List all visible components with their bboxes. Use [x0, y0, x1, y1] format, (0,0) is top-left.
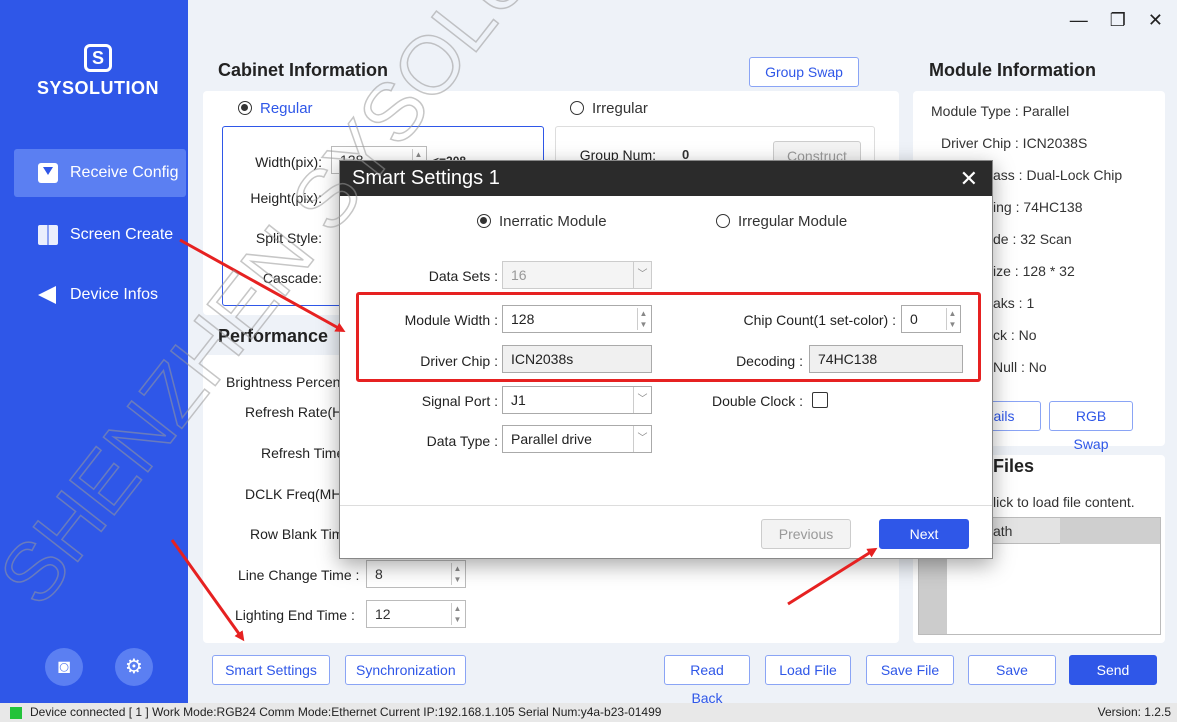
chevron-down-icon: ﹀ — [633, 262, 651, 288]
sidebar-item-label: Screen Create — [70, 226, 174, 243]
sidebar-item-label: Receive Config — [70, 164, 179, 181]
minimize-icon[interactable]: — — [1070, 10, 1088, 31]
smart-settings-button[interactable]: Smart Settings — [212, 655, 330, 685]
sidebar-item-receive-config[interactable]: Receive Config — [14, 149, 186, 197]
save-file-button[interactable]: Save File — [866, 655, 954, 685]
radio-dot-icon — [238, 101, 252, 115]
logo-text: SYSOLUTION — [36, 78, 159, 98]
clock-row: ck : No — [993, 327, 1037, 343]
file-list-column — [1060, 518, 1160, 544]
synchronization-button[interactable]: Synchronization — [345, 655, 466, 685]
next-button[interactable]: Next — [879, 519, 969, 549]
inerratic-module-radio[interactable]: Inerratic Module — [477, 213, 607, 230]
cascade-label: Cascade: — [262, 270, 322, 286]
irregular-label: Irregular — [592, 100, 648, 117]
sidebar-item-label: Device Infos — [70, 286, 159, 303]
null-row: Null : No — [993, 359, 1047, 375]
signal-port-value: J1 — [511, 392, 526, 408]
files-hint: lick to load file content. — [993, 494, 1135, 510]
data-type-label: Data Type : — [426, 433, 498, 449]
lighting-end-label: Lighting End Time : — [235, 607, 355, 623]
radio-dot-icon — [716, 214, 730, 228]
line-change-input[interactable]: 8 ▲ ▼ — [366, 560, 466, 588]
refresh-rate-label: Refresh Rate(H — [245, 404, 343, 420]
regular-radio[interactable]: Regular — [238, 100, 313, 117]
status-bar: Device connected [ 1 ] Work Mode:RGB24 C… — [0, 703, 1177, 722]
close-icon[interactable]: ✕ — [960, 161, 978, 196]
highlight-box — [356, 292, 981, 382]
chevron-down-icon: ﹀ — [633, 426, 651, 452]
logo-icon: S — [84, 44, 112, 72]
data-sets-label: Data Sets : — [428, 268, 498, 284]
performance-title: Performance — [218, 326, 329, 346]
save-button[interactable]: Save — [968, 655, 1056, 685]
irregular-radio[interactable]: Irregular — [570, 100, 648, 117]
window-controls: — ❐ ✕ — [1070, 10, 1163, 31]
sidebar: S SYSOLUTION Receive Config Screen Creat… — [0, 0, 188, 703]
dialog-footer-divider — [340, 505, 992, 506]
radio-dot-icon — [570, 101, 584, 115]
status-text: Device connected [ 1 ] Work Mode:RGB24 C… — [30, 705, 662, 719]
spin-icon[interactable]: ▲▼ — [451, 563, 463, 585]
files-title: Files — [993, 456, 1035, 476]
regular-label: Regular — [260, 100, 313, 117]
load-file-button[interactable]: Load File — [765, 655, 851, 685]
width-label: Width(pix): — [255, 154, 322, 170]
driver-chip-row: Driver Chip : ICN2038S — [941, 135, 1088, 151]
signal-port-label: Signal Port : — [421, 393, 498, 409]
module-info-title: Module Information — [929, 60, 1096, 80]
logo: S SYSOLUTION — [28, 44, 168, 108]
breaks-row: aks : 1 — [993, 295, 1035, 311]
read-back-button[interactable]: Read Back — [664, 655, 750, 706]
sidebar-item-device-infos[interactable]: Device Infos — [14, 271, 186, 319]
rgb-swap-button[interactable]: RGB Swap — [1049, 401, 1133, 452]
cabinet-title: Cabinet Information — [218, 60, 388, 80]
data-sets-select[interactable]: 16 ﹀ — [502, 261, 652, 289]
radio-dot-icon — [477, 214, 491, 228]
brightness-label: Brightness Percen — [226, 374, 341, 390]
split-style-label: Split Style: — [255, 230, 322, 246]
download-icon — [38, 163, 58, 183]
dclk-label: DCLK Freq(MH — [245, 486, 342, 502]
path-column-header: ath — [993, 523, 1013, 539]
group-swap-button[interactable]: Group Swap — [749, 57, 859, 87]
dialog-titlebar: Smart Settings 1 ✕ — [340, 161, 992, 196]
send-icon — [38, 286, 56, 304]
connection-led-icon — [10, 707, 22, 719]
data-sets-value: 16 — [511, 267, 527, 283]
decoding-row: ing : 74HC138 — [993, 199, 1083, 215]
module-size-row: ize : 128 * 32 — [993, 263, 1075, 279]
double-clock-checkbox[interactable] — [812, 392, 828, 408]
lighting-end-value: 12 — [375, 606, 391, 622]
support-icon[interactable]: ◙ — [45, 648, 83, 686]
scan-mode-row: de : 32 Scan — [993, 231, 1072, 247]
dialog-title: Smart Settings 1 — [352, 167, 500, 189]
double-clock-label: Double Clock : — [711, 393, 803, 409]
screen-icon — [38, 225, 58, 245]
lighting-end-input[interactable]: 12 ▲ ▼ — [366, 600, 466, 628]
gear-icon[interactable]: ⚙ — [115, 648, 153, 686]
send-button[interactable]: Send — [1069, 655, 1157, 685]
data-type-value: Parallel drive — [511, 431, 592, 447]
version-text: Version: 1.2.5 — [1097, 705, 1171, 719]
data-type-select[interactable]: Parallel drive ﹀ — [502, 425, 652, 453]
refresh-time-label: Refresh Time — [261, 445, 345, 461]
sidebar-item-screen-create[interactable]: Screen Create — [14, 211, 186, 259]
previous-button[interactable]: Previous — [761, 519, 851, 549]
chip-class-row: ass : Dual-Lock Chip — [993, 167, 1123, 183]
height-label: Height(pix): — [250, 190, 322, 206]
chevron-down-icon: ﹀ — [633, 387, 651, 413]
row-blank-label: Row Blank Tim — [250, 526, 344, 542]
inerratic-module-label: Inerratic Module — [499, 213, 607, 230]
line-change-label: Line Change Time : — [238, 567, 360, 583]
irregular-module-radio[interactable]: Irregular Module — [716, 213, 847, 230]
signal-port-select[interactable]: J1 ﹀ — [502, 386, 652, 414]
line-change-value: 8 — [375, 566, 383, 582]
spin-icon[interactable]: ▲▼ — [451, 603, 463, 625]
irregular-module-label: Irregular Module — [738, 213, 848, 230]
maximize-icon[interactable]: ❐ — [1110, 10, 1126, 31]
module-type-row: Module Type : Parallel — [931, 103, 1070, 119]
close-icon[interactable]: ✕ — [1148, 10, 1163, 31]
